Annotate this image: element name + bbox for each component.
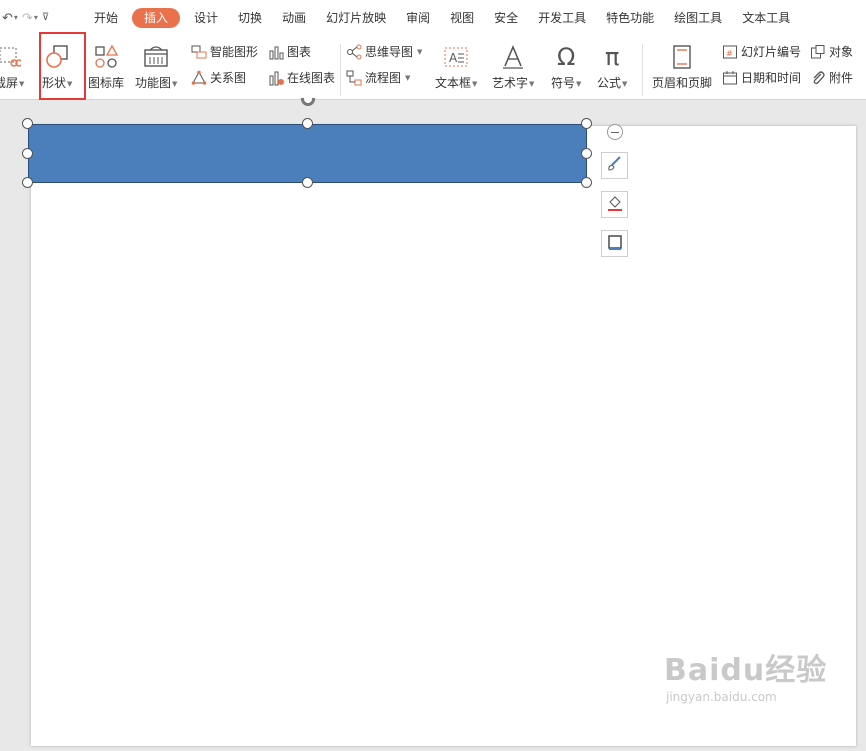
smart-art-icon [191,44,207,60]
tab-11[interactable]: 绘图工具 [664,8,732,28]
tab-0[interactable]: 开始 [84,8,128,28]
tab-4[interactable]: 动画 [272,8,316,28]
customize-icon[interactable]: ⊽ [42,13,49,23]
tab-2[interactable]: 设计 [184,8,228,28]
function-chart-button[interactable]: 功能图▼ [135,42,177,91]
word-art-icon [500,42,526,72]
tab-10[interactable]: 特色功能 [596,8,664,28]
flowchart-button[interactable]: 流程图 ▼ [346,69,410,86]
svg-text:#: # [726,49,733,58]
word-art-button[interactable]: 艺术字▼ [492,42,534,91]
svg-text:A: A [449,51,458,65]
header-footer-icon [671,42,693,72]
function-chart-icon [142,42,170,72]
slide-number-icon: # [722,44,738,60]
bar-chart-icon [268,44,284,60]
tab-1[interactable]: 插入 [132,8,181,28]
menu-bar: ↶ ▾ ↷ ▾ ⊽ 开始 插入 设计 切换 动画 幻灯片放映 审阅 视图 安全 开发工具 特色功能 绘图工… [0,0,866,36]
selected-rectangle-shape[interactable] [28,124,587,183]
paperclip-icon [810,70,826,86]
rotate-handle[interactable] [301,98,315,106]
shape-fill-button[interactable] [601,191,628,218]
outline-icon [606,233,624,254]
resize-handle-top-right[interactable] [581,118,592,129]
fill-bucket-icon [606,194,624,215]
brush-icon [606,155,624,176]
collapse-toolbar-button[interactable] [606,124,623,140]
redo-icon[interactable]: ↷ [22,12,33,25]
floating-shape-toolbar [601,124,628,269]
tab-9[interactable]: 开发工具 [528,8,596,28]
attachment-button[interactable]: 附件 [810,69,853,86]
formula-button[interactable]: π 公式▼ [597,42,627,91]
shapes-highlight-box [39,32,86,100]
tab-12[interactable]: 文本工具 [732,8,800,28]
resize-handle-top-left[interactable] [22,118,33,129]
online-chart-button[interactable]: 在线图表 [268,69,335,86]
flowchart-icon [346,70,362,86]
object-icon [810,44,826,60]
resize-handle-bottom[interactable] [302,177,313,188]
smart-art-button[interactable]: 智能图形 [191,43,258,60]
icon-library-icon [93,42,119,72]
ribbon-tabs: 开始 插入 设计 切换 动画 幻灯片放映 审阅 视图 安全 开发工具 特色功能 绘图工具 文本工具 [84,8,800,28]
resize-handle-left[interactable] [22,148,33,159]
undo-icon[interactable]: ↶ [2,12,13,25]
icon-library-button[interactable]: 图标库 [88,42,124,91]
relation-chart-icon [191,70,207,86]
resize-handle-top[interactable] [302,118,313,129]
text-box-icon: A [443,42,469,72]
symbol-button[interactable]: Ω 符号▼ [551,42,581,91]
screenshot-button[interactable]: 截屏▼ [0,42,24,91]
header-footer-button[interactable]: 页眉和页脚 [652,42,712,91]
baidu-watermark: Baidu经验 jingyan.baidu.com [664,653,828,705]
object-button[interactable]: 对象 [810,43,853,60]
pi-icon: π [604,43,620,71]
online-chart-icon [268,70,284,86]
slide-number-button[interactable]: # 幻灯片编号 [722,43,801,60]
resize-handle-bottom-right[interactable] [581,177,592,188]
screenshot-icon [0,42,22,72]
ribbon-insert: 截屏▼ 形状▼ 图标库 功能图▼ 智能图形 图表 关系图 在线图表 思维导图 ▼… [0,36,866,100]
mind-map-button[interactable]: 思维导图 ▼ [346,43,422,60]
tab-3[interactable]: 切换 [228,8,272,28]
tab-7[interactable]: 视图 [440,8,484,28]
shape-style-button[interactable] [601,152,628,179]
date-time-button[interactable]: 日期和时间 [722,69,801,86]
calendar-icon [722,70,738,86]
omega-icon: Ω [557,43,576,71]
relation-chart-button[interactable]: 关系图 [191,69,246,86]
mind-map-icon [346,44,362,60]
chart-button[interactable]: 图表 [268,43,311,60]
shape-outline-button[interactable] [601,230,628,257]
tab-6[interactable]: 审阅 [396,8,440,28]
tab-5[interactable]: 幻灯片放映 [316,8,396,28]
resize-handle-right[interactable] [581,148,592,159]
text-box-button[interactable]: A 文本框▼ [435,42,477,91]
resize-handle-bottom-left[interactable] [22,177,33,188]
quick-access-toolbar: ↶ ▾ ↷ ▾ ⊽ [2,10,50,26]
tab-8[interactable]: 安全 [484,8,528,28]
